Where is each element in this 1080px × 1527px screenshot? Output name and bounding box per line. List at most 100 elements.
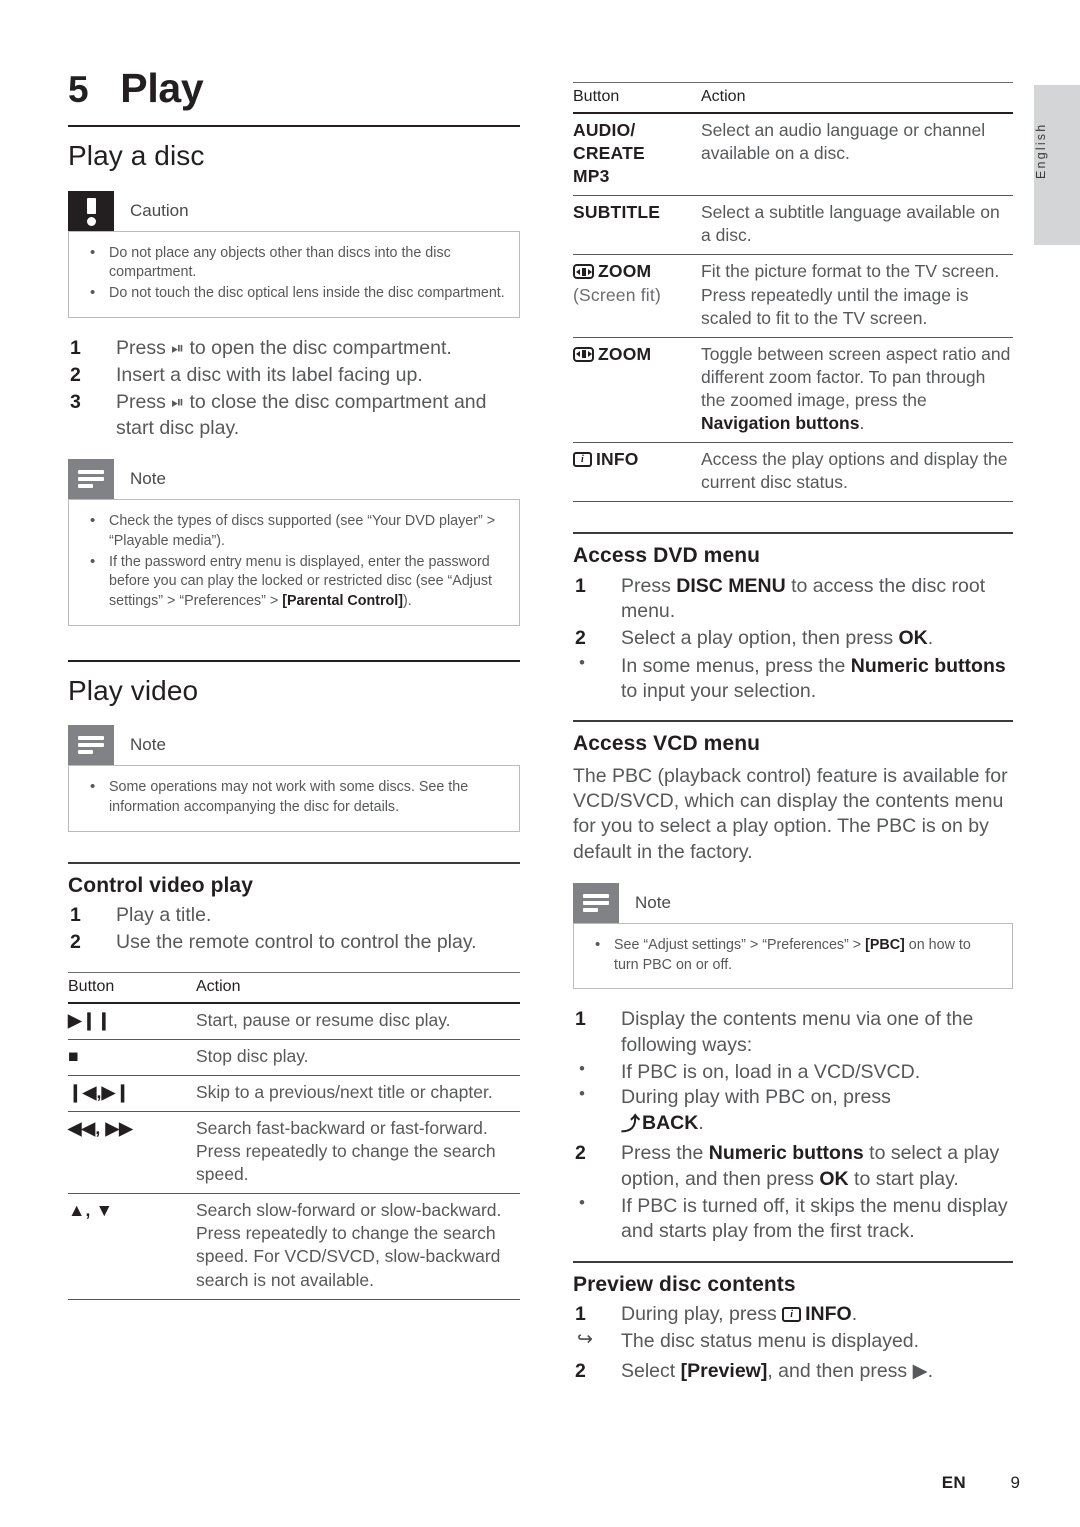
access-dvd-rule [573,532,1013,535]
step-number: 2 [70,931,81,954]
list-item: 2 Select a play option, then press OK. [573,626,1013,651]
column-header-action: Action [701,88,746,105]
step-number: 3 [70,391,81,414]
step-text: Press ⏯ to close the disc compartment an… [116,391,487,439]
list-item: During play with PBC on, press⤴BACK. [573,1083,1013,1137]
language-label: English [1034,122,1048,180]
caution-item: Do not touch the disc optical lens insid… [83,283,505,304]
list-item: If PBC is on, load in a VCD/SVCD. [573,1058,1013,1085]
note-body: Check the types of discs supported (see … [68,499,520,626]
step-number: 1 [70,904,81,926]
preview-steps-list-2: 2 Select [Preview], and then press ▶. [573,1359,1013,1384]
step-text: Press the Numeric buttons to select a pl… [621,1142,1000,1190]
column-header-button: Button [68,977,115,995]
search-slow-buttons-glyph: ▲, ▼ [68,1200,114,1221]
play-video-rule [68,659,520,662]
footer-locale: EN [941,1473,966,1492]
column-header-button: Button [573,88,620,105]
subsection-title-preview-disc-contents: Preview disc contents [573,1272,796,1296]
control-video-rule [68,861,520,864]
step-text: Insert a disc with its label facing up. [116,364,423,387]
note-item: Some operations may not work with some d… [83,777,505,817]
step-text: Press DISC MENU to access the disc root … [621,574,986,622]
section-title-play-video: Play video [68,674,199,706]
step-number: 1 [70,336,81,359]
note-icon [573,882,619,923]
chapter-number: 5 [68,69,89,110]
table-row: ▲, ▼ Search slow-forward or slow-backwar… [68,1194,520,1300]
step-text: Display the contents menu via one of the… [621,1008,974,1056]
caution-icon [68,190,114,231]
dvd-substeps-list: In some menus, press the Numeric buttons… [573,652,1013,705]
vcd-paragraph: The PBC (playback control) feature is av… [573,764,1008,863]
step-text: Play a title. [116,904,212,926]
zoom-screen-fit-button-label: ZOOM (Screen fit) [573,255,701,337]
preview-step1-result: The disc status menu is displayed. [573,1328,1013,1354]
eject-icon: ⏯ [171,339,185,357]
list-item: 1 Press ⏯ to open the disc compartment. [68,336,520,361]
vcd-step1-bullets: If PBC is on, load in a VCD/SVCD. During… [573,1058,1013,1137]
vcd-steps-list-2: 2 Press the Numeric buttons to select a … [573,1141,1013,1192]
remote-buttons-table: Button Action AUDIO/CREATE MP3 Select an … [573,83,1013,502]
table-cell-action: Select an audio language or channel avai… [701,120,986,164]
step-number: 1 [575,574,586,597]
page-footer: EN 9 [0,1473,1080,1493]
note-title: Note [635,892,671,912]
note-item: Check the types of discs supported (see … [83,511,505,551]
right-column: Button Action AUDIO/CREATE MP3 Select an … [573,82,1013,1386]
note-body: See “Adjust settings” > “Preferences” > … [573,922,1013,990]
table-row: i INFO Access the play options and displa… [573,443,1013,502]
column-header-action: Action [196,977,241,995]
table-cell-action: Search fast-backward or fast-forward. Pr… [196,1117,496,1185]
play-icon: ▶ [912,1359,928,1382]
table-row: AUDIO/CREATE MP3 Select an audio language… [573,113,1013,196]
note-icon [68,459,114,500]
step-text: Select [Preview], and then press ▶. [621,1359,934,1382]
control-steps-list: 1 Play a title. 2 Use the remote control… [68,903,520,956]
step-number: 1 [575,1008,586,1031]
table-cell-action: Toggle between screen aspect ratio and d… [701,343,1011,434]
dvd-steps-list: 1 Press DISC MENU to access the disc roo… [573,574,1013,652]
table-cell-action: Fit the picture format to the TV screen.… [701,261,1000,328]
info-icon: i [782,1307,802,1323]
table-row: ZOOM (Screen fit) Fit the picture format… [573,255,1013,338]
note-header: Note [573,882,1013,923]
table-row: ■ Stop disc play. [68,1039,520,1076]
table-cell-action: Stop disc play. [196,1045,309,1066]
section-title-play-a-disc: Play a disc [68,140,205,171]
caution-header: Caution [68,190,520,231]
step-number: 2 [575,1142,586,1165]
audio-create-mp3-button-label: AUDIO/CREATE MP3 [573,120,645,187]
manual-page: English 5 Play Play a disc Caution Do no… [0,0,1080,1527]
caution-item: Do not place any objects other than disc… [83,243,505,283]
note-title: Note [130,735,166,755]
list-item: 2 Press the Numeric buttons to select a … [573,1141,1013,1192]
list-item: 2 Select [Preview], and then press ▶. [573,1359,1013,1384]
note-item: See “Adjust settings” > “Preferences” > … [588,935,998,975]
chapter-heading: 5 Play [68,0,520,109]
table-header-row: Button Action [68,973,520,1003]
caution-title: Caution [130,200,189,220]
preview-steps-list: 1 During play, press i INFO. [573,1302,1013,1327]
access-vcd-rule [573,720,1013,723]
table-cell-action: Search slow-forward or slow-backward. Pr… [196,1200,502,1290]
step-text: Press ⏯ to open the disc compartment. [116,336,452,359]
preview-rule [573,1260,1013,1263]
list-item: 1 During play, press i INFO. [573,1302,1013,1327]
disc-steps-list: 1 Press ⏯ to open the disc compartment. … [68,336,520,441]
list-item: 2 Insert a disc with its label facing up… [68,363,520,388]
left-column: 5 Play Play a disc Caution Do not place … [68,0,520,1300]
list-item: 1 Press DISC MENU to access the disc roo… [573,574,1013,625]
vcd-steps-list: 1 Display the contents menu via one of t… [573,1007,1013,1058]
list-item: 2 Use the remote control to control the … [68,930,520,955]
stop-button-glyph: ■ [68,1045,79,1066]
zoom-icon [573,346,594,362]
subsection-title-access-dvd-menu: Access DVD menu [573,544,761,568]
chapter-title: Play [120,65,204,111]
note-title: Note [130,469,166,489]
table-cell-action: Access the play options and display the … [701,449,1008,493]
step-text: Use the remote control to control the pl… [116,931,477,954]
vcd-step2-bullets: If PBC is turned off, it skips the menu … [573,1192,1013,1245]
back-label: BACK [642,1111,699,1134]
zoom-icon [573,264,594,280]
